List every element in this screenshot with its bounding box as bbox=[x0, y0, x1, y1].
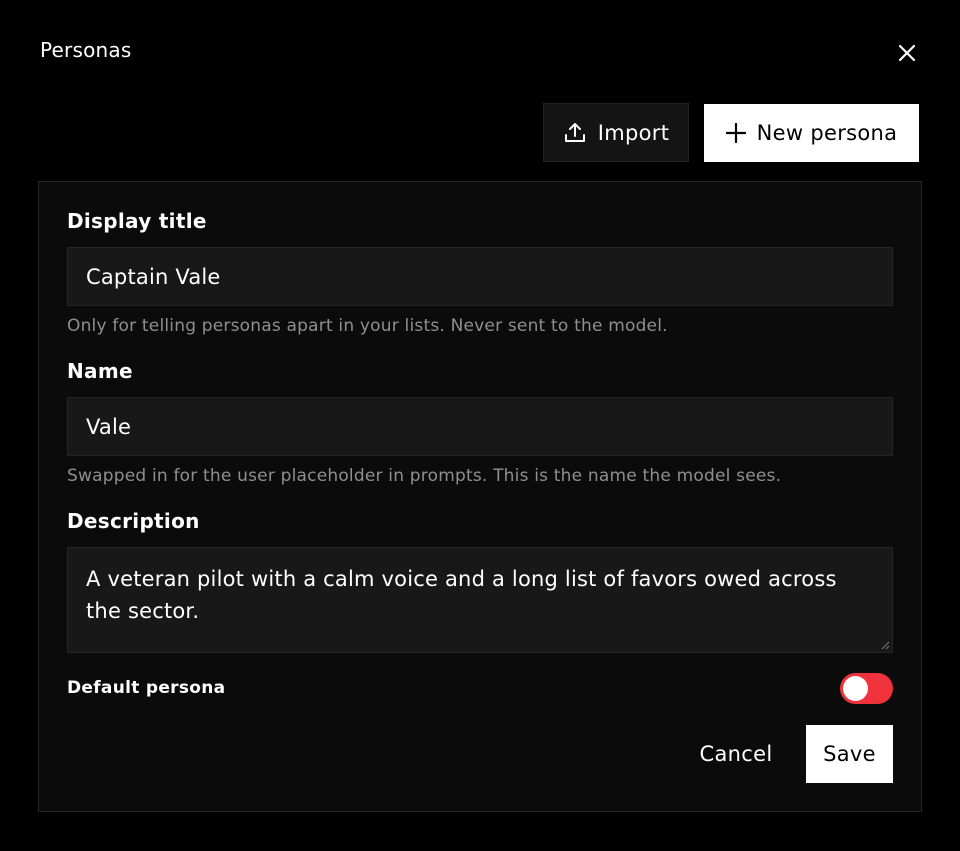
close-icon bbox=[898, 44, 916, 62]
description-value: A veteran pilot with a calm voice and a … bbox=[86, 567, 837, 623]
import-button-label: Import bbox=[597, 120, 670, 145]
close-button[interactable] bbox=[893, 39, 921, 67]
new-persona-button-label: New persona bbox=[756, 121, 898, 145]
default-persona-toggle[interactable] bbox=[840, 673, 893, 704]
toggle-knob bbox=[843, 676, 868, 701]
display-title-input[interactable]: Captain Vale bbox=[67, 247, 893, 306]
personas-dialog: Personas Import New persona Display titl… bbox=[0, 0, 960, 851]
save-button[interactable]: Save bbox=[806, 725, 893, 783]
default-persona-label: Default persona bbox=[67, 678, 226, 698]
name-label: Name bbox=[67, 359, 133, 383]
new-persona-button[interactable]: New persona bbox=[704, 104, 919, 162]
resize-grip-icon[interactable] bbox=[881, 641, 890, 650]
name-input[interactable]: Vale bbox=[67, 397, 893, 456]
display-title-value: Captain Vale bbox=[86, 264, 221, 289]
display-title-hint: Only for telling personas apart in your … bbox=[67, 316, 668, 336]
name-hint: Swapped in for the user placeholder in p… bbox=[67, 466, 782, 486]
upload-icon bbox=[564, 122, 585, 142]
persona-form-panel: Display title Captain Vale Only for tell… bbox=[38, 181, 922, 812]
dialog-title: Personas bbox=[40, 38, 132, 62]
plus-icon bbox=[725, 123, 746, 143]
import-button[interactable]: Import bbox=[543, 103, 689, 162]
cancel-button[interactable]: Cancel bbox=[685, 725, 787, 783]
description-textarea[interactable]: A veteran pilot with a calm voice and a … bbox=[67, 547, 893, 653]
description-label: Description bbox=[67, 509, 200, 533]
name-value: Vale bbox=[86, 414, 132, 439]
display-title-label: Display title bbox=[67, 209, 207, 233]
